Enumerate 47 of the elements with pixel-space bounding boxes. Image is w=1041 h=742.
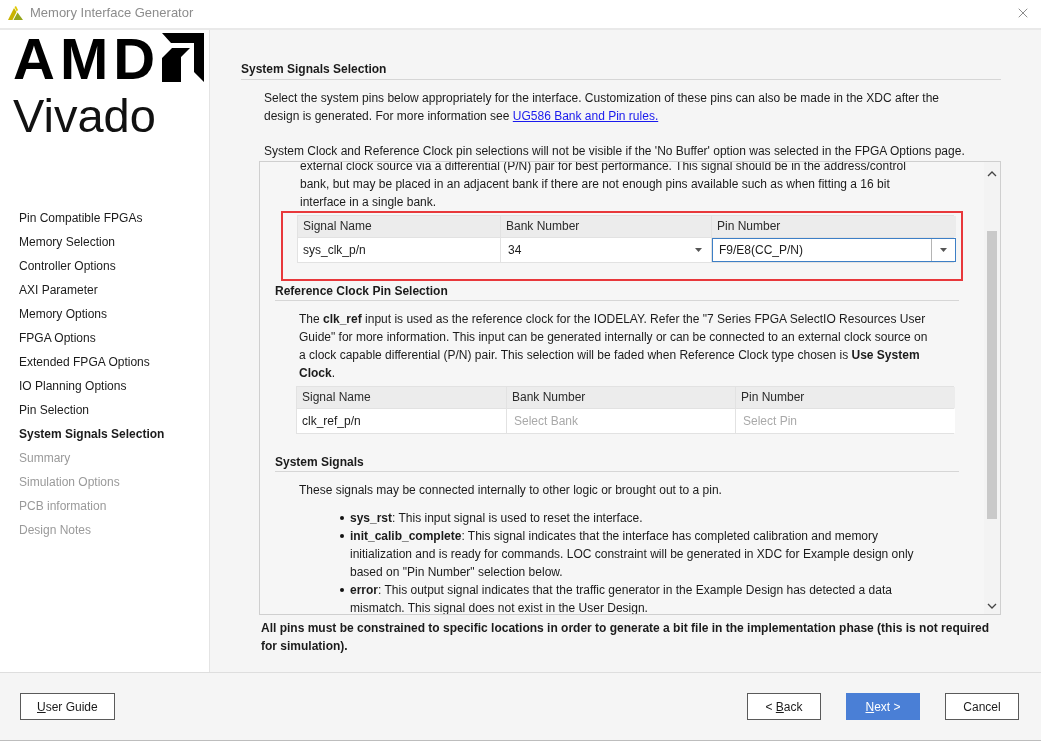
app-logo-icon xyxy=(8,5,23,20)
description-text: external clock source via a differential (P/N) pair for best performance. This signal should be in the address/control bank, but may be placed in an adjacent bank if there are not enough pins available such as when fitting a 16 bit interface in a single bank. xyxy=(300,162,907,211)
nav-item[interactable]: AXI Parameter xyxy=(0,278,209,302)
column-header: Pin Number xyxy=(736,387,955,408)
bullet-text: error: This output signal indicates that the traffic generator in the Example Design has detected a data mismatch. This signal does not exist in the User Design. xyxy=(350,582,893,614)
window-title: Memory Interface Generator xyxy=(30,5,195,20)
nav-item[interactable]: Extended FPGA Options xyxy=(0,350,209,374)
bullet-icon xyxy=(340,588,344,592)
nav-item[interactable]: Memory Selection xyxy=(0,230,209,254)
dialog-button[interactable]: Next > xyxy=(846,693,920,720)
column-header: Bank Number xyxy=(507,387,735,408)
doc-link[interactable]: UG586 Bank and Pin rules. xyxy=(512,109,659,123)
caret-icon xyxy=(695,248,702,252)
column-header: Signal Name xyxy=(297,387,506,408)
intro-text: Select the system pins below appropriately for the interface. Customization of these pins can also be made in the XDC after the design is generated. For more information see UG586 Bank and Pin rules. xyxy=(264,90,941,125)
logo-mark-icon xyxy=(162,33,205,82)
bank-dropdown[interactable]: 34 xyxy=(501,238,711,262)
table-cell: clk_ref_p/n xyxy=(297,409,506,433)
brand-name: AMD xyxy=(13,30,161,88)
description-text: The clk_ref input is used as the reference clock for the IODELAY. Refer the "7 Series FPGA SelectIO Resources User Guide" for more information. This input can be generated internally or can be connected to an external clock source on a clock capable differential (P/N) pair. This selection will be faded when Reference Clock type chosen is Use System Clock. xyxy=(299,311,929,382)
dialog-button[interactable]: < Back xyxy=(747,693,821,720)
bullet-icon xyxy=(340,516,344,520)
nav-item[interactable]: Pin Compatible FPGAs xyxy=(0,206,209,230)
caret-icon xyxy=(940,248,947,252)
bullet-icon xyxy=(340,534,344,538)
column-header: Pin Number xyxy=(712,216,956,237)
bullet-text: init_calib_complete: This signal indicates that the interface has completed calibration and memory initialization and is ready for commands. LOC constraint will be generated in XDC for Example design only based on "Pin Number" selection below. xyxy=(350,528,915,581)
page-title: System Signals Selection xyxy=(241,61,1001,80)
nav-item[interactable]: Controller Options xyxy=(0,254,209,278)
bullet-text: sys_rst: This input signal is used to reset the interface. xyxy=(350,510,643,527)
pin-dropdown[interactable]: F9/E8(CC_P/N) xyxy=(712,238,956,262)
dialog-button[interactable]: User Guide xyxy=(20,693,115,720)
product-name: Vivado xyxy=(13,92,156,139)
nav-item[interactable]: FPGA Options xyxy=(0,326,209,350)
section-heading: System Signals xyxy=(275,454,959,472)
column-header: Bank Number xyxy=(501,216,711,237)
dialog-button[interactable]: Cancel xyxy=(945,693,1019,720)
nav-item[interactable]: IO Planning Options xyxy=(0,374,209,398)
nav-item[interactable]: Pin Selection xyxy=(0,398,209,422)
nav-item[interactable]: Memory Options xyxy=(0,302,209,326)
constraint-note: All pins must be constrained to specific locations in order to generate a bit file in the implementation phase (this is not required for simulation). xyxy=(261,620,991,655)
column-header: Signal Name xyxy=(298,216,500,237)
table-cell: sys_clk_p/n xyxy=(298,238,500,262)
nav-item[interactable]: System Signals Selection xyxy=(0,422,209,446)
notice-text: System Clock and Reference Clock pin selections will not be visible if the 'No Buffer' option was selected in the FPGA Options page. xyxy=(264,143,966,160)
description-text: These signals may be connected internally to other logic or brought out to a pin. xyxy=(299,482,723,499)
section-heading: Reference Clock Pin Selection xyxy=(275,283,959,301)
